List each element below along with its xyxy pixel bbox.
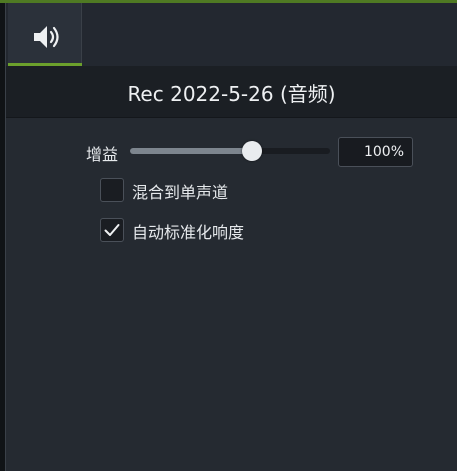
mix-to-mono-label: 混合到单声道: [132, 183, 229, 202]
gain-slider-thumb[interactable]: [242, 141, 262, 161]
gain-value-input[interactable]: [338, 137, 413, 167]
speaker-icon: [34, 26, 59, 48]
clip-title-bar: Rec 2022-5-26 (音频): [6, 66, 457, 118]
gain-slider-fill: [130, 148, 252, 154]
normalize-loudness-label: 自动标准化响度: [132, 223, 245, 242]
normalize-loudness-checkbox[interactable]: [100, 218, 124, 242]
gain-slider[interactable]: [130, 140, 330, 162]
gain-label: 增益: [86, 145, 119, 164]
checkmark-icon: [104, 224, 120, 236]
mix-to-mono-checkbox[interactable]: [100, 178, 124, 202]
clip-title: Rec 2022-5-26 (音频): [127, 82, 336, 106]
tab-audio[interactable]: [8, 3, 82, 66]
